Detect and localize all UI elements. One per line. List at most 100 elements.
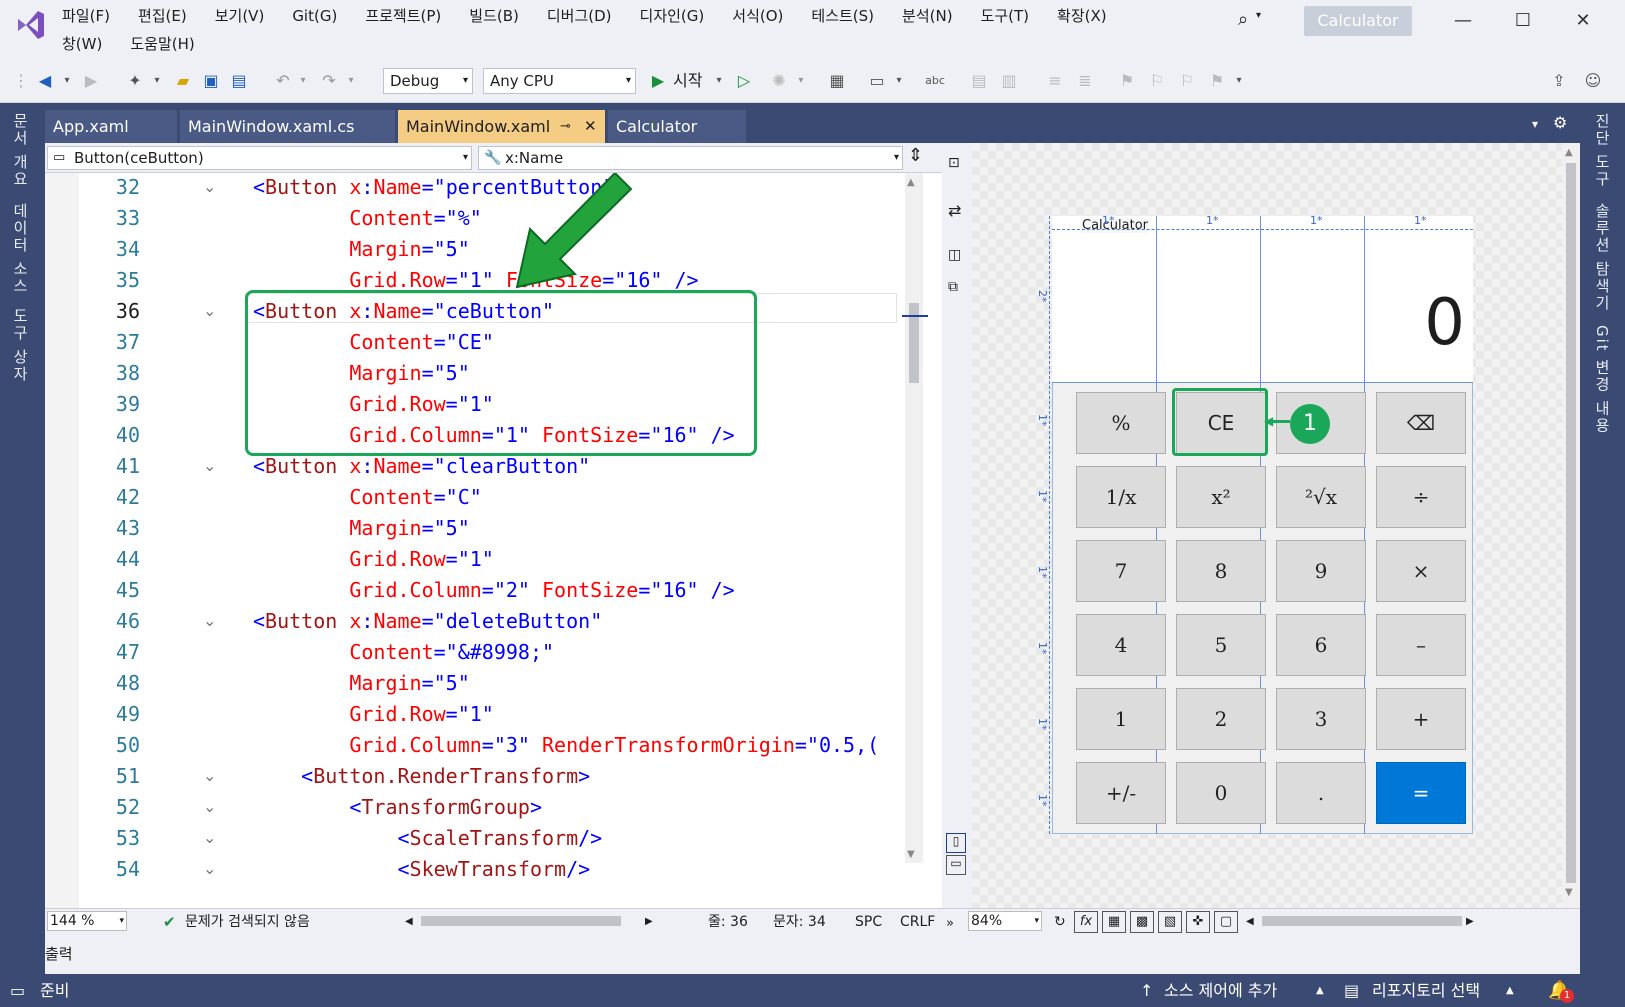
pin-icon[interactable]: ⊸ <box>560 110 571 143</box>
code-line[interactable]: Grid.Column="2" FontSize="16" /> <box>253 578 734 602</box>
calculator-button[interactable]: x² <box>1176 466 1266 528</box>
snap-lines-icon[interactable]: ✜ <box>1186 911 1210 933</box>
hot-reload-dropdown-icon[interactable]: ▾ <box>790 70 812 92</box>
tab-mainwindow-xaml[interactable]: MainWindow.xaml ⊸ ✕ <box>398 110 605 143</box>
calculator-button[interactable]: 1/x <box>1076 466 1166 528</box>
element-selector[interactable]: ▭ Button(ceButton) ▾ <box>47 146 472 170</box>
rail-tab-diagnostic-tools[interactable]: 진단 도구 <box>1592 113 1613 188</box>
code-line[interactable]: Margin="5" <box>253 671 469 695</box>
rail-tab-git-changes[interactable]: Git 변경 내용 <box>1592 325 1613 434</box>
layout-dropdown-icon[interactable]: ▾ <box>888 70 910 92</box>
effects-icon[interactable]: fx <box>1074 911 1098 933</box>
calculator-button[interactable]: + <box>1376 688 1466 750</box>
menu-item[interactable]: 확장(X) <box>1043 2 1121 30</box>
open-folder-icon[interactable]: ▰ <box>172 70 194 92</box>
fold-chevron-icon[interactable]: ⌄ <box>203 611 216 630</box>
swap-panes-icon[interactable]: ⇄ <box>948 201 961 220</box>
code-line[interactable]: <Button x:Name="deleteButton" <box>253 609 602 633</box>
undo-dropdown-icon[interactable]: ▾ <box>292 70 314 92</box>
code-line[interactable]: <Button x:Name="clearButton" <box>253 454 590 478</box>
tab-mainwindow-xaml-cs[interactable]: MainWindow.xaml.cs <box>180 110 395 143</box>
fold-chevron-icon[interactable]: ⌄ <box>203 301 216 320</box>
back-dropdown-icon[interactable]: ▾ <box>56 70 78 92</box>
search-dropdown-icon[interactable]: ▾ <box>1256 10 1261 21</box>
scroll-up-icon[interactable]: ▲ <box>1565 147 1573 158</box>
refresh-icon[interactable]: ↻ <box>1054 909 1066 935</box>
designer-zoom-select[interactable]: 84% ▾ <box>968 911 1042 931</box>
output-tab[interactable]: 출력 <box>45 934 73 974</box>
tab-calculator[interactable]: Calculator <box>608 110 746 143</box>
code-line[interactable]: Margin="5" <box>253 237 469 261</box>
row-size-marker[interactable]: 1* <box>1036 490 1049 503</box>
xaml-code-editor[interactable]: 32<Button x:Name="percentButton"⌄33 Cont… <box>45 173 942 908</box>
fold-chevron-icon[interactable]: ⌄ <box>203 797 216 816</box>
solution-platform-select[interactable]: Any CPU ▾ <box>483 68 636 94</box>
share-icon[interactable]: ⇪ <box>1548 70 1570 92</box>
add-to-source-control-button[interactable]: 소스 제어에 추가 <box>1164 975 1277 1007</box>
start-icon[interactable]: ▶ <box>647 70 669 92</box>
undo-icon[interactable]: ↶ <box>272 70 294 92</box>
member-selector[interactable]: 🔧 x:Name ▾ <box>478 146 903 170</box>
spell-check-icon[interactable]: abc <box>924 70 946 92</box>
prev-bookmark-icon[interactable]: ⚐ <box>1146 70 1168 92</box>
calculator-button[interactable]: 3 <box>1276 688 1366 750</box>
code-line[interactable]: Grid.Column="3" RenderTransformOrigin="0… <box>253 733 879 757</box>
scroll-up-icon[interactable]: ▲ <box>907 177 915 188</box>
menu-item[interactable]: 빌드(B) <box>455 2 533 30</box>
align-left-icon[interactable]: ▤ <box>968 70 990 92</box>
navigate-forward-icon[interactable]: ▶ <box>80 70 102 92</box>
scroll-left-icon[interactable]: ◀ <box>405 909 413 935</box>
menu-item[interactable]: 서식(O) <box>718 2 797 30</box>
row-size-marker[interactable]: 1* <box>1036 642 1049 655</box>
code-line[interactable]: Content="%" <box>253 206 481 230</box>
code-line[interactable]: Grid.Row="1" <box>253 547 494 571</box>
horizontal-split-icon[interactable]: ▭ <box>946 855 966 875</box>
rail-tab-document-outline[interactable]: 문서 개요 <box>10 113 31 188</box>
calculator-button[interactable]: × <box>1376 540 1466 602</box>
fold-chevron-icon[interactable]: ⌄ <box>203 828 216 847</box>
code-line[interactable]: <ScaleTransform/> <box>253 826 602 850</box>
column-indicator[interactable]: 문자: 34 <box>773 909 826 935</box>
solution-explorer-icon[interactable]: ▦ <box>826 70 848 92</box>
code-line[interactable]: <TransformGroup> <box>253 795 542 819</box>
menu-item[interactable]: 보기(V) <box>201 2 279 30</box>
fold-chevron-icon[interactable]: ⌄ <box>203 766 216 785</box>
calculator-button[interactable]: 9 <box>1276 540 1366 602</box>
calculator-button[interactable]: 5 <box>1176 614 1266 676</box>
visual-studio-logo-icon[interactable] <box>14 8 48 42</box>
redo-dropdown-icon[interactable]: ▾ <box>340 70 362 92</box>
designer-horizontal-scrollbar-thumb[interactable] <box>1262 916 1462 926</box>
rail-tab-toolbox[interactable]: 도구 상자 <box>10 308 31 383</box>
align-center-icon[interactable]: ▥ <box>998 70 1020 92</box>
scroll-down-icon[interactable]: ▼ <box>907 849 915 860</box>
select-repository-button[interactable]: 리포지토리 선택 <box>1372 975 1480 1007</box>
zoom-select[interactable]: 144 % ▾ <box>47 911 127 931</box>
save-icon[interactable]: ▣ <box>200 70 222 92</box>
whitespace-indicator[interactable]: SPC <box>855 909 882 935</box>
code-line[interactable]: <Button.RenderTransform> <box>253 764 590 788</box>
menu-item[interactable]: 디버그(D) <box>533 2 626 30</box>
bookmark-icon[interactable]: ⚑ <box>1116 70 1138 92</box>
next-bookmark-icon[interactable]: ⚐ <box>1176 70 1198 92</box>
hot-reload-icon[interactable]: ✺ <box>768 70 790 92</box>
tab-app-xaml[interactable]: App.xaml <box>45 110 177 143</box>
rail-tab-solution-explorer[interactable]: 솔루션 탐색기 <box>1592 203 1613 312</box>
rail-tab-data-sources[interactable]: 데이터 소스 <box>10 203 31 295</box>
solution-configuration-select[interactable]: Debug ▾ <box>383 68 473 94</box>
maximize-icon[interactable]: ☐ <box>1500 6 1546 36</box>
artboard-background-icon[interactable]: ▧ <box>1158 911 1182 933</box>
designer-vertical-scrollbar[interactable]: ▲ ▼ <box>1562 143 1580 908</box>
minimize-icon[interactable]: — <box>1440 6 1486 36</box>
window-layout-icon[interactable]: ▭ <box>866 70 888 92</box>
calculator-button[interactable]: 2 <box>1176 688 1266 750</box>
scrollbar-thumb[interactable] <box>1566 163 1576 883</box>
row-size-marker[interactable]: 2* <box>1036 290 1049 303</box>
code-line[interactable]: Content="&#8998;" <box>253 640 554 664</box>
start-without-debugging-icon[interactable]: ▷ <box>733 70 755 92</box>
save-all-icon[interactable]: ▤ <box>228 70 250 92</box>
redo-icon[interactable]: ↷ <box>318 70 340 92</box>
menu-item[interactable]: Git(G) <box>278 2 351 30</box>
pop-out-icon[interactable]: ⧉ <box>948 279 958 295</box>
menu-item[interactable]: 파일(F) <box>48 2 124 30</box>
device-preview-icon[interactable]: ▢ <box>1214 911 1238 933</box>
